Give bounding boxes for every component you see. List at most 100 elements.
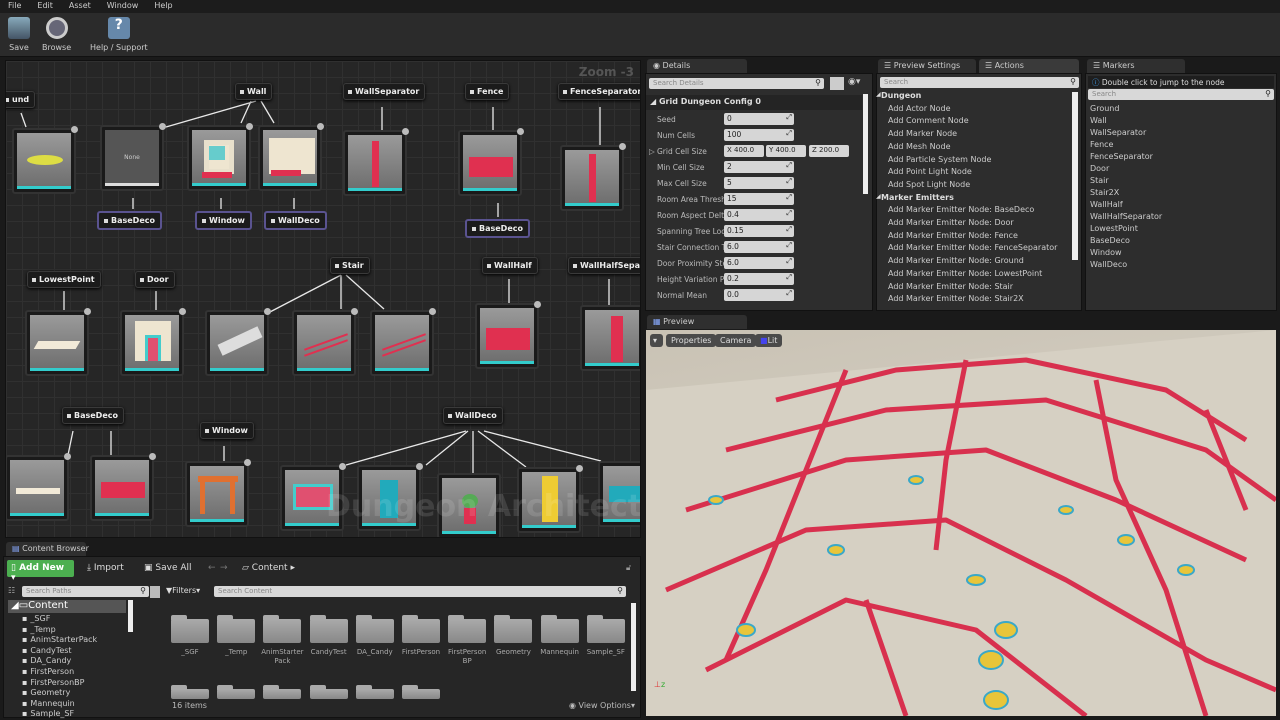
marker-list-item[interactable]: WallSeparator bbox=[1090, 128, 1146, 137]
marker-node-fence[interactable]: Fence bbox=[465, 83, 510, 100]
mesh-node-wall-window[interactable] bbox=[187, 123, 253, 191]
prop-input[interactable]: 0.0 bbox=[724, 289, 794, 301]
marker-list-item[interactable]: LowestPoint bbox=[1090, 224, 1138, 233]
grid-cell-size-y[interactable]: Y 400.0 bbox=[766, 145, 806, 157]
search-paths-input[interactable]: Search Paths ⚲ bbox=[22, 586, 149, 597]
save-all-button[interactable]: ▣ Save All bbox=[144, 563, 192, 573]
mesh-node-window-frame[interactable] bbox=[185, 459, 251, 527]
folder-icon[interactable] bbox=[540, 615, 579, 643]
marker-node-wall-half[interactable]: WallHalf bbox=[482, 257, 538, 274]
mesh-node-stair-rail-2[interactable] bbox=[370, 308, 436, 376]
folder-icon[interactable] bbox=[217, 685, 256, 699]
section-grid-dungeon-config[interactable]: ◢ Grid Dungeon Config 0 bbox=[646, 95, 862, 110]
tab-preview[interactable]: ▦ Preview bbox=[647, 315, 747, 329]
action-category[interactable]: ◢ Marker Emitters bbox=[876, 193, 954, 202]
mesh-node-stair-rail[interactable] bbox=[292, 308, 358, 376]
folder-icon[interactable] bbox=[263, 615, 302, 643]
tree-item-content-root[interactable]: ◢▭Content bbox=[8, 600, 126, 613]
menu-asset[interactable]: Asset bbox=[61, 0, 99, 13]
prop-seed-input[interactable]: 0 bbox=[724, 113, 794, 125]
mesh-node-wall[interactable] bbox=[258, 123, 324, 191]
marker-list-item[interactable]: WallHalf bbox=[1090, 200, 1123, 209]
mesh-node-fence[interactable] bbox=[458, 128, 524, 196]
expand-arrow-icon[interactable]: ▷ bbox=[649, 147, 655, 156]
action-item[interactable]: Add Actor Node bbox=[888, 104, 951, 113]
tab-actions[interactable]: ☰ Actions bbox=[979, 59, 1079, 73]
action-item[interactable]: Add Marker Emitter Node: Door bbox=[888, 218, 1014, 227]
camera-button[interactable]: Camera bbox=[715, 334, 757, 347]
browse-button[interactable]: Browse bbox=[42, 17, 71, 52]
search-content-input[interactable]: Search Content ⚲ bbox=[214, 586, 626, 597]
folder-icon[interactable] bbox=[309, 615, 348, 643]
sources-toggle-icon[interactable]: ☷ bbox=[8, 586, 15, 595]
viewport-options-dropdown[interactable]: ▾ bbox=[650, 334, 663, 347]
folder-icon[interactable] bbox=[586, 615, 625, 643]
marker-list-item[interactable]: Window bbox=[1090, 248, 1122, 257]
actions-search-input[interactable]: Search ⚲ bbox=[880, 77, 1079, 88]
mesh-node-ground[interactable] bbox=[12, 126, 78, 194]
path-view-options-icon[interactable] bbox=[150, 586, 160, 598]
tree-item-folder[interactable]: FirstPerson bbox=[22, 667, 74, 676]
tab-markers[interactable]: ☰ Markers bbox=[1087, 59, 1185, 73]
lock-icon[interactable]: 🔓︎ bbox=[626, 563, 631, 573]
marker-node-wall-separator[interactable]: WallSeparator bbox=[343, 83, 426, 100]
action-item[interactable]: Add Marker Emitter Node: Fence bbox=[888, 231, 1018, 240]
action-item[interactable]: Add Marker Emitter Node: Stair2X bbox=[888, 294, 1024, 303]
folder-icon[interactable] bbox=[355, 615, 394, 643]
tree-item-folder[interactable]: Mannequin bbox=[22, 699, 74, 708]
folder-icon[interactable] bbox=[402, 685, 440, 699]
marker-node-wall-half-separator[interactable]: WallHalfSeparat bbox=[568, 257, 640, 274]
mesh-node-wall-separator[interactable] bbox=[343, 128, 409, 196]
folder-icon[interactable] bbox=[355, 685, 394, 699]
menu-edit[interactable]: Edit bbox=[29, 0, 61, 13]
mesh-node-fence-separator[interactable] bbox=[560, 143, 626, 211]
action-item[interactable]: Add Marker Emitter Node: BaseDeco bbox=[888, 205, 1034, 214]
marker-node-base-deco[interactable]: BaseDeco bbox=[62, 407, 124, 424]
prop-input[interactable]: 15 bbox=[724, 193, 794, 205]
prop-num-cells-input[interactable]: 100 bbox=[724, 129, 794, 141]
marker-list-item[interactable]: WallDeco bbox=[1090, 260, 1127, 269]
actions-scrollbar[interactable] bbox=[1072, 92, 1078, 260]
tree-item-folder[interactable]: FirstPersonBP bbox=[22, 678, 84, 687]
search-details-input[interactable]: Search Details ⚲ bbox=[649, 78, 824, 89]
grid-cell-size-z[interactable]: Z 200.0 bbox=[809, 145, 849, 157]
marker-list-item[interactable]: Stair bbox=[1090, 176, 1109, 185]
mesh-node-door[interactable] bbox=[120, 308, 186, 376]
marker-node-door[interactable]: Door bbox=[135, 271, 175, 288]
dungeon-theme-graph[interactable]: Zoom -3 und Wall WallSeparator Fence Fen… bbox=[5, 60, 641, 538]
prop-input[interactable]: 5 bbox=[724, 177, 794, 189]
action-item[interactable]: Add Marker Emitter Node: FenceSeparator bbox=[888, 243, 1057, 252]
prop-input[interactable]: 0.4 bbox=[724, 209, 794, 221]
prop-input[interactable]: 6.0 bbox=[724, 241, 794, 253]
action-item[interactable]: Add Comment Node bbox=[888, 116, 969, 125]
marker-node-wall[interactable]: Wall bbox=[235, 83, 273, 100]
marker-list-item[interactable]: Wall bbox=[1090, 116, 1107, 125]
marker-list-item[interactable]: WallHalfSeparator bbox=[1090, 212, 1162, 221]
preview-viewport[interactable]: ⊥z bbox=[646, 330, 1276, 716]
action-item[interactable]: Add Spot Light Node bbox=[888, 180, 970, 189]
mesh-node-stair[interactable] bbox=[205, 308, 271, 376]
marker-node-ground[interactable]: und bbox=[6, 91, 36, 108]
folder-icon[interactable] bbox=[171, 615, 209, 643]
save-button[interactable]: Save bbox=[8, 17, 30, 52]
action-item[interactable]: Add Marker Node bbox=[888, 129, 957, 138]
marker-list-item[interactable]: Ground bbox=[1090, 104, 1119, 113]
folder-icon[interactable] bbox=[217, 615, 256, 643]
markers-search-input[interactable]: Search ⚲ bbox=[1088, 89, 1274, 100]
menu-window[interactable]: Window bbox=[99, 0, 147, 13]
asset-scrollbar[interactable] bbox=[631, 603, 636, 691]
tree-item-folder[interactable]: Geometry bbox=[22, 688, 70, 697]
marker-list-item[interactable]: Stair2X bbox=[1090, 188, 1119, 197]
lit-view-mode-button[interactable]: ■Lit bbox=[755, 334, 783, 347]
mesh-node-base-deco-floor[interactable] bbox=[6, 453, 71, 521]
tab-details[interactable]: ◉ Details bbox=[647, 59, 747, 73]
marker-node-wall-deco[interactable]: WallDeco bbox=[443, 407, 503, 424]
marker-list-item[interactable]: Fence bbox=[1090, 140, 1113, 149]
prop-input[interactable]: 6.0 bbox=[724, 257, 794, 269]
action-item[interactable]: Add Point Light Node bbox=[888, 167, 972, 176]
mesh-node-none[interactable]: None bbox=[100, 123, 166, 191]
action-item[interactable]: Add Particle System Node bbox=[888, 155, 991, 164]
history-back-icon[interactable]: ← bbox=[208, 563, 216, 573]
folder-icon[interactable] bbox=[448, 615, 487, 643]
tab-content-browser[interactable]: ▤ Content Browser bbox=[6, 542, 89, 556]
